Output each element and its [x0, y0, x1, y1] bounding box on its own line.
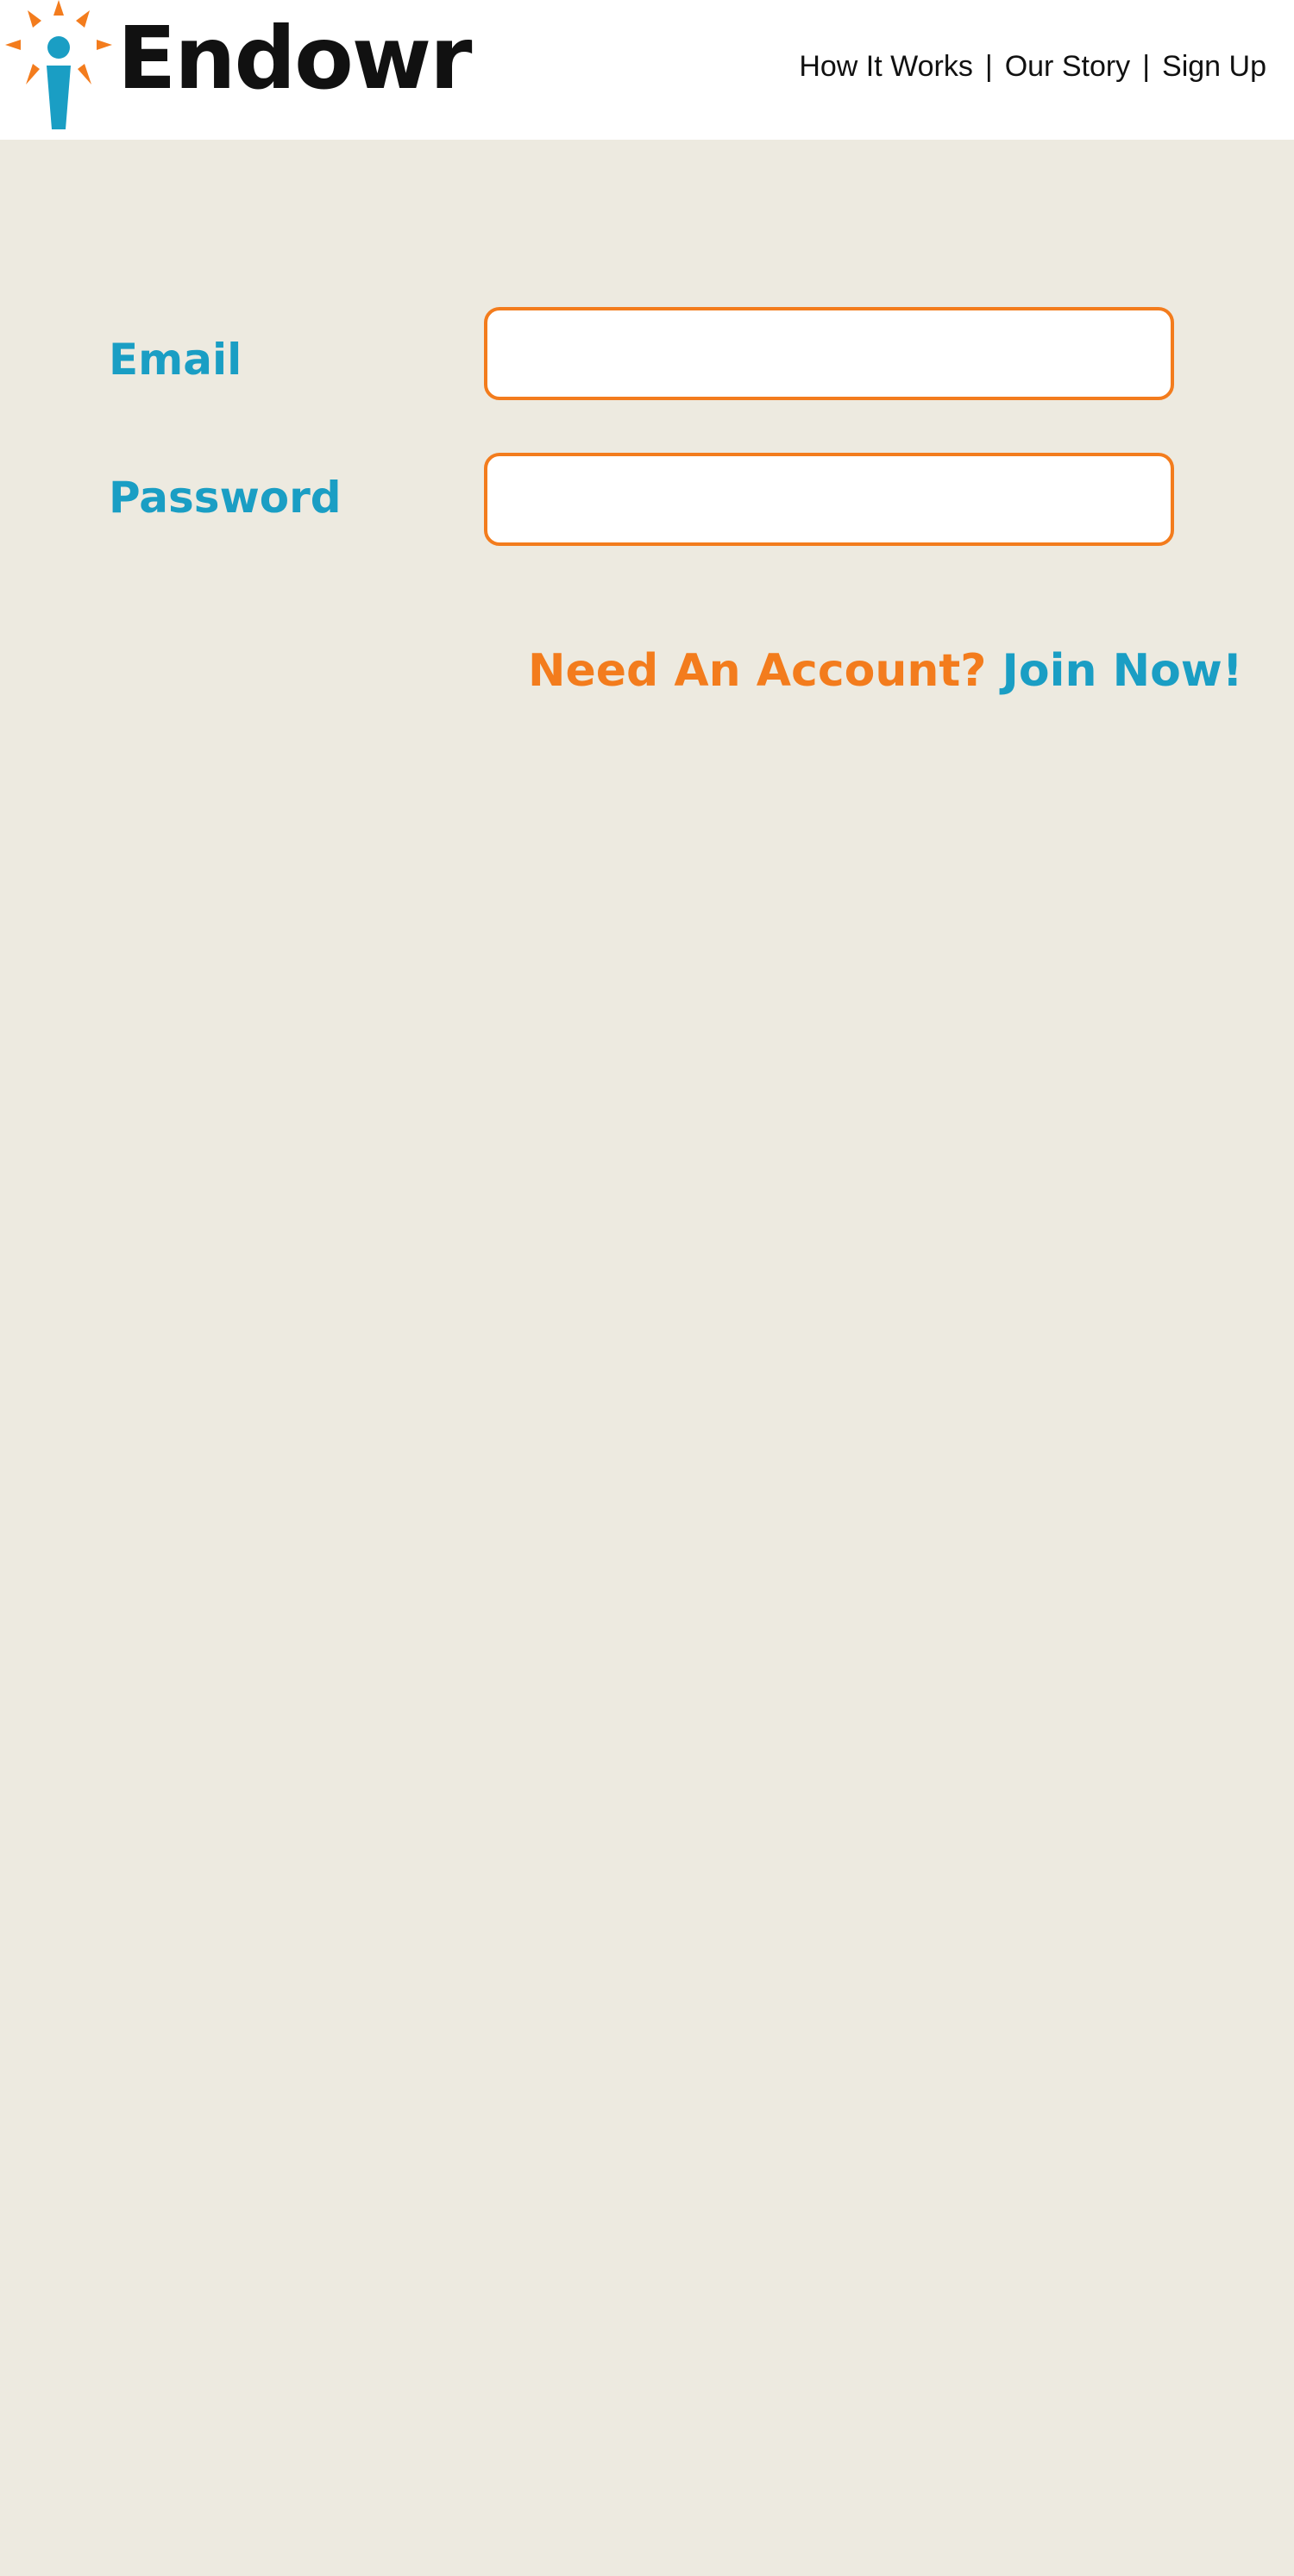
email-field[interactable]: [484, 307, 1174, 400]
top-nav: How It Works | Our Story | Sign Up: [799, 50, 1266, 84]
join-now-link[interactable]: Join Now!: [1002, 645, 1243, 697]
nav-sign-up[interactable]: Sign Up: [1162, 50, 1266, 84]
password-field[interactable]: [484, 453, 1174, 546]
signup-prompt-text: Need An Account?: [528, 645, 987, 697]
email-label: Email: [109, 335, 242, 385]
brand-name: Endowr: [117, 8, 472, 109]
site-header: Endowr How It Works | Our Story | Sign U…: [0, 0, 1294, 140]
nav-separator: |: [1142, 50, 1151, 83]
signup-prompt-line: Need An Account? Join Now!: [528, 645, 1243, 697]
nav-separator: |: [984, 50, 993, 83]
person-sunburst-icon: [5, 0, 112, 129]
nav-our-story[interactable]: Our Story: [1005, 50, 1130, 84]
nav-how-it-works[interactable]: How It Works: [799, 50, 973, 84]
password-label: Password: [109, 473, 342, 523]
